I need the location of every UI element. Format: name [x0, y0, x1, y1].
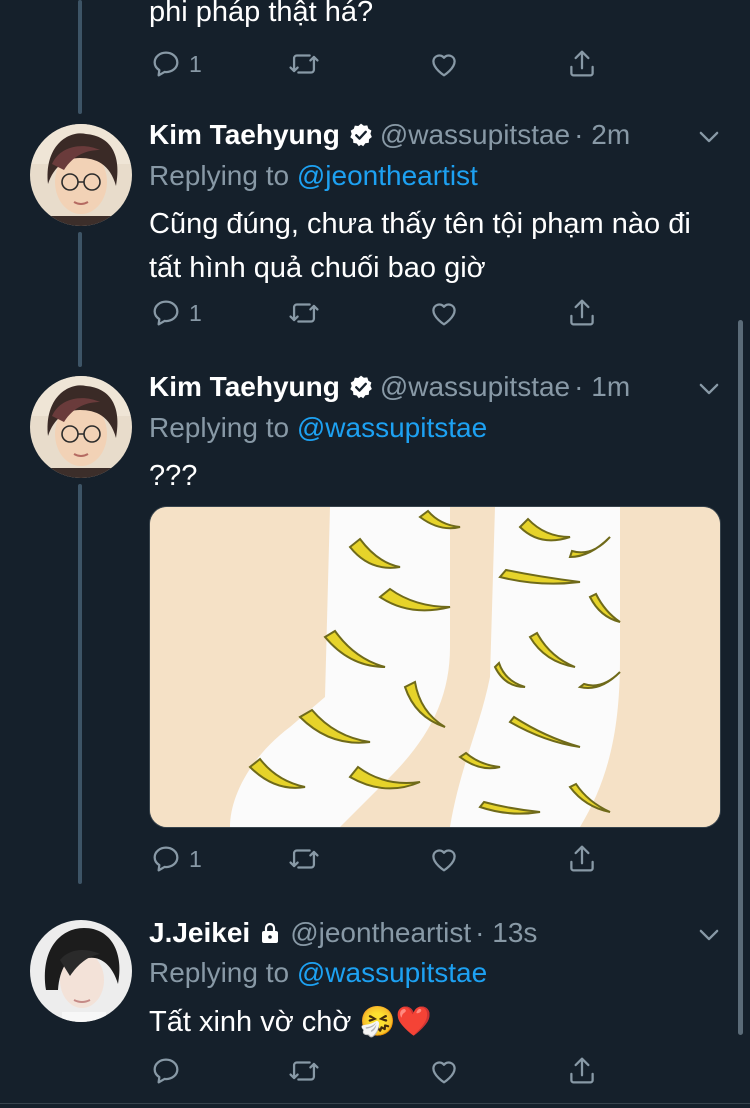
- tweet-text: ???: [149, 460, 198, 492]
- verified-badge-icon: [350, 375, 372, 399]
- reply-button[interactable]: 1: [149, 46, 202, 82]
- retweet-icon: [289, 1061, 319, 1081]
- replying-to: Replying to @wassupitstae: [149, 957, 487, 989]
- tweet-text: phi pháp thật há?: [149, 0, 374, 28]
- reply-button[interactable]: [149, 1053, 189, 1089]
- tweet-actions: 1: [149, 295, 609, 335]
- reply-icon: [153, 51, 179, 77]
- like-button[interactable]: [427, 1053, 461, 1089]
- retweet-button[interactable]: [287, 1053, 321, 1089]
- like-button[interactable]: [427, 46, 461, 82]
- handle[interactable]: @jeontheartist: [290, 917, 471, 949]
- tweet[interactable]: Kim Taehyung @wassupitstae · 2m Replying…: [0, 115, 750, 360]
- retweet-button[interactable]: [287, 841, 321, 877]
- share-button[interactable]: [565, 46, 599, 82]
- display-name[interactable]: Kim Taehyung: [149, 371, 340, 403]
- tweet-header: J.Jeikei @jeontheartist · 13s: [149, 917, 537, 949]
- reply-icon: [153, 846, 179, 872]
- tweet-header: Kim Taehyung @wassupitstae · 1m: [149, 371, 630, 403]
- verified-badge-icon: [350, 123, 372, 147]
- retweet-icon: [289, 54, 319, 74]
- avatar[interactable]: [30, 124, 132, 226]
- like-icon: [432, 54, 456, 77]
- reply-button[interactable]: 1: [149, 841, 202, 877]
- display-name[interactable]: J.Jeikei: [149, 917, 250, 949]
- reply-mention-link[interactable]: @wassupitstae: [297, 412, 487, 443]
- reply-icon: [153, 1058, 179, 1084]
- reply-mention-link[interactable]: @wassupitstae: [297, 957, 487, 988]
- replying-label: Replying to: [149, 160, 290, 191]
- reply-button[interactable]: 1: [149, 295, 202, 331]
- reply-icon: [153, 300, 179, 326]
- tweet-text: Cũng đúng, chưa thấy tên tội phạm nào đi…: [149, 208, 691, 284]
- retweet-icon: [289, 303, 319, 323]
- tweet-actions: 1: [149, 46, 609, 86]
- handle[interactable]: @wassupitstae: [380, 119, 570, 151]
- reply-count: 1: [189, 50, 202, 77]
- share-icon: [570, 50, 594, 77]
- share-icon: [570, 299, 594, 326]
- chevron-down-icon[interactable]: [695, 123, 723, 151]
- replying-label: Replying to: [149, 957, 290, 988]
- reply-mention-link[interactable]: @jeontheartist: [297, 160, 478, 191]
- retweet-button[interactable]: [287, 46, 321, 82]
- timestamp[interactable]: · 1m: [574, 371, 630, 403]
- like-button[interactable]: [427, 295, 461, 331]
- avatar[interactable]: [30, 920, 132, 1022]
- tweet[interactable]: J.Jeikei @jeontheartist · 13s Replying t…: [0, 912, 750, 1102]
- avatar[interactable]: [30, 376, 132, 478]
- like-button[interactable]: [427, 841, 461, 877]
- replying-to: Replying to @jeontheartist: [149, 160, 478, 192]
- retweet-icon: [289, 849, 319, 869]
- share-button[interactable]: [565, 295, 599, 331]
- lock-icon: [262, 922, 279, 943]
- timestamp[interactable]: · 2m: [574, 119, 630, 151]
- like-icon: [432, 1061, 456, 1084]
- retweet-button[interactable]: [287, 295, 321, 331]
- reply-count: 1: [189, 845, 202, 872]
- tweet-partial[interactable]: phi pháp thật há? 1: [0, 0, 750, 100]
- tweet-actions: [149, 1053, 609, 1093]
- tweet-text: Tất xinh vờ chờ 🤧❤️: [149, 1006, 432, 1038]
- timestamp[interactable]: · 13s: [475, 917, 537, 949]
- display-name[interactable]: Kim Taehyung: [149, 119, 340, 151]
- share-button[interactable]: [565, 841, 599, 877]
- share-icon: [570, 845, 594, 872]
- like-icon: [432, 849, 456, 872]
- handle[interactable]: @wassupitstae: [380, 371, 570, 403]
- scrollbar[interactable]: [738, 320, 743, 1035]
- tweet-image[interactable]: [149, 506, 721, 828]
- replying-label: Replying to: [149, 412, 290, 443]
- share-icon: [570, 1057, 594, 1084]
- share-button[interactable]: [565, 1053, 599, 1089]
- replying-to: Replying to @wassupitstae: [149, 412, 487, 444]
- tweet-actions: 1: [149, 841, 609, 881]
- reply-count: 1: [189, 299, 202, 326]
- chevron-down-icon[interactable]: [695, 921, 723, 949]
- tweet-header: Kim Taehyung @wassupitstae · 2m: [149, 119, 630, 151]
- like-icon: [432, 303, 456, 326]
- chevron-down-icon[interactable]: [695, 375, 723, 403]
- tweet[interactable]: Kim Taehyung @wassupitstae · 1m Replying…: [0, 367, 750, 907]
- divider: [0, 1103, 750, 1104]
